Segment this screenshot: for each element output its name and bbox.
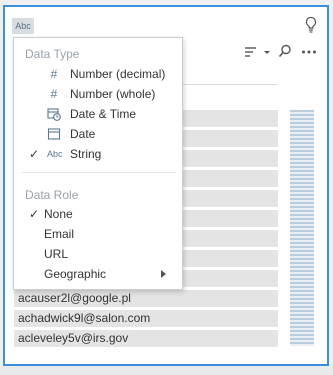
- menu-item-label: URL: [44, 247, 69, 261]
- table-row[interactable]: achadwick9l@salon.com: [14, 310, 278, 327]
- menu-divider: [22, 172, 176, 173]
- menu-item-label: None: [44, 207, 73, 221]
- lightbulb-icon[interactable]: [304, 16, 318, 34]
- search-icon[interactable]: [278, 44, 292, 58]
- data-role-section-label: Data Role: [25, 188, 79, 202]
- data-type-section-label: Data Type: [25, 47, 80, 61]
- value-distribution-bars[interactable]: [290, 110, 314, 346]
- menu-item-label: Geographic: [44, 267, 107, 281]
- hash-icon: #: [50, 87, 58, 101]
- data-type-menu: Data Type # Number (decimal) # Number (w…: [13, 37, 183, 290]
- menu-item-role-none[interactable]: ✓ None: [14, 204, 182, 224]
- chevron-right-icon: [161, 270, 166, 278]
- checkmark-icon: ✓: [29, 147, 40, 161]
- hash-icon: #: [50, 67, 58, 81]
- checkmark-icon: ✓: [29, 207, 40, 221]
- menu-item-number-decimal[interactable]: # Number (decimal): [14, 64, 182, 84]
- menu-item-label: String: [70, 147, 102, 161]
- calendar-icon: [47, 128, 61, 140]
- menu-item-label: Number (decimal): [70, 67, 166, 81]
- table-row[interactable]: acleveley5v@irs.gov: [14, 330, 278, 347]
- menu-item-label: Date & Time: [70, 107, 137, 121]
- more-options-icon[interactable]: [301, 49, 317, 55]
- menu-item-role-email[interactable]: Email: [14, 224, 182, 244]
- menu-item-role-geographic[interactable]: Geographic: [14, 264, 182, 284]
- data-type-button[interactable]: Abc: [12, 18, 34, 34]
- menu-item-date[interactable]: Date: [14, 124, 182, 144]
- menu-item-role-url[interactable]: URL: [14, 244, 182, 264]
- menu-item-date-time[interactable]: Date & Time: [14, 104, 182, 124]
- abc-icon: Abc: [47, 149, 63, 159]
- menu-item-label: Email: [44, 227, 75, 241]
- table-row[interactable]: acauser2l@google.pl: [14, 290, 278, 307]
- menu-item-string[interactable]: ✓ Abc String: [14, 144, 182, 164]
- menu-item-label: Number (whole): [70, 87, 156, 101]
- panel-bottom-bar: [0, 366, 333, 375]
- menu-item-label: Date: [70, 127, 96, 141]
- menu-item-number-whole[interactable]: # Number (whole): [14, 84, 182, 104]
- calendar-clock-icon: [47, 108, 61, 121]
- sort-icon[interactable]: [244, 45, 272, 59]
